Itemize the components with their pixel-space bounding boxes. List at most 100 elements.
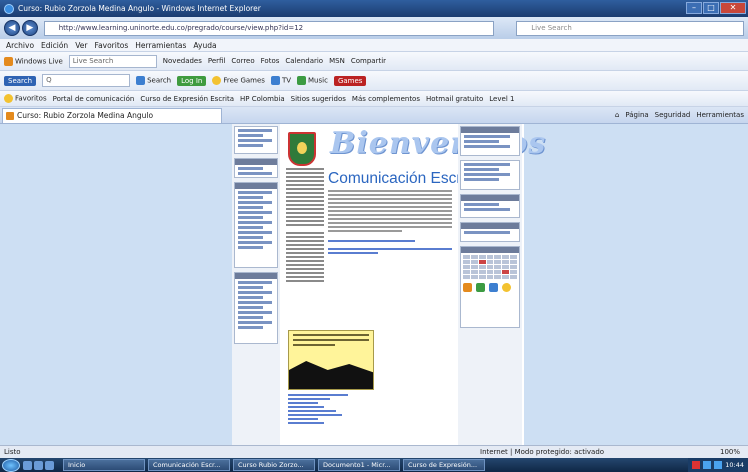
taskbar-item-4[interactable]: Documento1 - Micr... (318, 459, 400, 471)
wl-link-msn[interactable]: MSN (329, 57, 345, 65)
tv-button[interactable]: TV (270, 76, 291, 85)
fav-link-curso[interactable]: Curso de Expresión Escrita (140, 95, 234, 103)
resource-link[interactable] (288, 394, 348, 396)
favorites-button[interactable]: Favoritos (4, 94, 47, 103)
taskbar-item-3[interactable]: Curso Rubio Zorzo... (233, 459, 315, 471)
fav-link-sitios[interactable]: Sitios sugeridos (291, 95, 346, 103)
start-button[interactable] (2, 458, 20, 472)
zoom-level[interactable]: 100% (720, 448, 740, 456)
right-column (458, 124, 522, 445)
resource-link[interactable] (288, 418, 318, 420)
event-key-icon (502, 283, 511, 292)
event-key-icon (463, 283, 472, 292)
taskbar-item-2[interactable]: Comunicación Escr... (148, 459, 230, 471)
intro-paragraph (328, 190, 452, 256)
cmd-tools[interactable]: Herramientas (696, 111, 744, 119)
tray-icon[interactable] (714, 461, 723, 469)
search-toolbar-button[interactable]: Search (136, 76, 171, 85)
tv-icon (270, 76, 280, 85)
resource-link[interactable] (288, 402, 318, 404)
search-toolbar: Search Q Search Log In Free Games TV Mus… (0, 71, 748, 91)
system-tray: 10:44 (688, 458, 748, 472)
resource-link[interactable] (288, 398, 330, 400)
resource-link[interactable] (288, 410, 336, 412)
wl-link-photos[interactable]: Fotos (261, 57, 280, 65)
tray-icon[interactable] (703, 461, 712, 469)
menu-view[interactable]: Ver (75, 41, 87, 50)
quick-launch-icon[interactable] (34, 460, 43, 470)
forward-button[interactable]: ▶ (21, 20, 38, 36)
browser-viewport: Bienvenidos Comunicación Escrita (0, 124, 748, 445)
url-input[interactable]: http://www.learning.uninorte.edu.co/preg… (43, 20, 495, 36)
event-key-icon (476, 283, 485, 292)
search-toolbar-brand[interactable]: Search (4, 75, 37, 86)
window-titlebar: Curso: Rubio Zorzola Medina Angulo - Win… (0, 0, 748, 17)
cmd-security[interactable]: Seguridad (655, 111, 691, 119)
tab-bar: Curso: Rubio Zorzola Medina Angulo ⌂ Pág… (0, 107, 748, 124)
search-icon (136, 76, 146, 85)
windows-live-icon (4, 56, 13, 66)
university-seal-icon (288, 132, 316, 166)
page-heading: Comunicación Escrita (328, 170, 478, 187)
calendar-block (460, 246, 520, 328)
menu-favorites[interactable]: Favoritos (94, 41, 128, 50)
windows-taskbar: Inicio Comunicación Escr... Curso Rubio … (0, 458, 748, 472)
wl-link-mail[interactable]: Correo (231, 57, 254, 65)
menu-bar: Archivo Edición Ver Favoritos Herramient… (0, 39, 748, 52)
maximize-button[interactable]: □ (703, 2, 719, 14)
music-icon (297, 76, 307, 85)
fav-link-complementos[interactable]: Más complementos (352, 95, 420, 103)
calendar-grid[interactable] (461, 253, 519, 281)
search-toolbar-input[interactable]: Q (42, 74, 131, 87)
address-bar: ◀ ▶ http://www.learning.uninorte.edu.co/… (0, 17, 748, 39)
menu-file[interactable]: Archivo (6, 41, 34, 50)
wl-link-share[interactable]: Compartir (351, 57, 386, 65)
tab-curso[interactable]: Curso: Rubio Zorzola Medina Angulo (2, 107, 222, 123)
fav-link-hp[interactable]: HP Colombia (240, 95, 285, 103)
left-block-admin (234, 272, 278, 344)
security-zone: Internet | Modo protegido: activado (480, 448, 605, 456)
status-bar: Listo Internet | Modo protegido: activad… (0, 445, 748, 458)
favorites-bar: Favoritos Portal de comunicación Curso d… (0, 91, 748, 107)
resource-link[interactable] (288, 406, 324, 408)
live-search-input[interactable]: Live Search (516, 20, 744, 36)
taskbar-item-5[interactable]: Curso de Expresión... (403, 459, 485, 471)
quick-launch-icon[interactable] (45, 460, 54, 470)
course-link-1[interactable] (328, 240, 415, 242)
wl-link-profile[interactable]: Perfil (208, 57, 226, 65)
fav-link-level1[interactable]: Level 1 (489, 95, 514, 103)
menu-tools[interactable]: Herramientas (135, 41, 186, 50)
taskbar-item-1[interactable]: Inicio (63, 459, 145, 471)
center-column: Bienvenidos Comunicación Escrita (284, 124, 545, 445)
right-block-recent (460, 222, 520, 242)
fav-link-portal[interactable]: Portal de comunicación (53, 95, 135, 103)
course-image (288, 330, 374, 390)
quick-launch (23, 460, 54, 470)
games-button[interactable]: Games (333, 75, 367, 86)
star-icon (4, 94, 13, 103)
windows-live-search-input[interactable]: Live Search (68, 54, 157, 68)
resource-link[interactable] (288, 422, 324, 424)
menu-help[interactable]: Ayuda (193, 41, 216, 50)
wl-link-news[interactable]: Novedades (163, 57, 202, 65)
resource-link[interactable] (288, 414, 342, 416)
free-games-button[interactable]: Free Games (212, 76, 265, 85)
back-button[interactable]: ◀ (4, 20, 20, 36)
menu-edit[interactable]: Edición (41, 41, 68, 50)
moodle-page: Bienvenidos Comunicación Escrita (232, 124, 545, 445)
close-button[interactable]: ✕ (720, 2, 746, 14)
music-button[interactable]: Music (297, 76, 328, 85)
cmd-home-icon[interactable]: ⌂ (615, 111, 619, 119)
clock[interactable]: 10:44 (725, 461, 744, 469)
right-block-upcoming (460, 194, 520, 218)
windows-live-brand[interactable]: Windows Live (4, 56, 63, 66)
left-block-activities (234, 182, 278, 268)
fav-link-hotmail[interactable]: Hotmail gratuito (426, 95, 483, 103)
log-in-button[interactable]: Log In (177, 75, 207, 86)
course-link-2[interactable] (328, 248, 452, 250)
quick-launch-icon[interactable] (23, 460, 32, 470)
tray-icon[interactable] (692, 461, 701, 469)
wl-link-calendar[interactable]: Calendario (285, 57, 323, 65)
minimize-button[interactable]: – (686, 2, 702, 14)
cmd-page[interactable]: Página (625, 111, 648, 119)
